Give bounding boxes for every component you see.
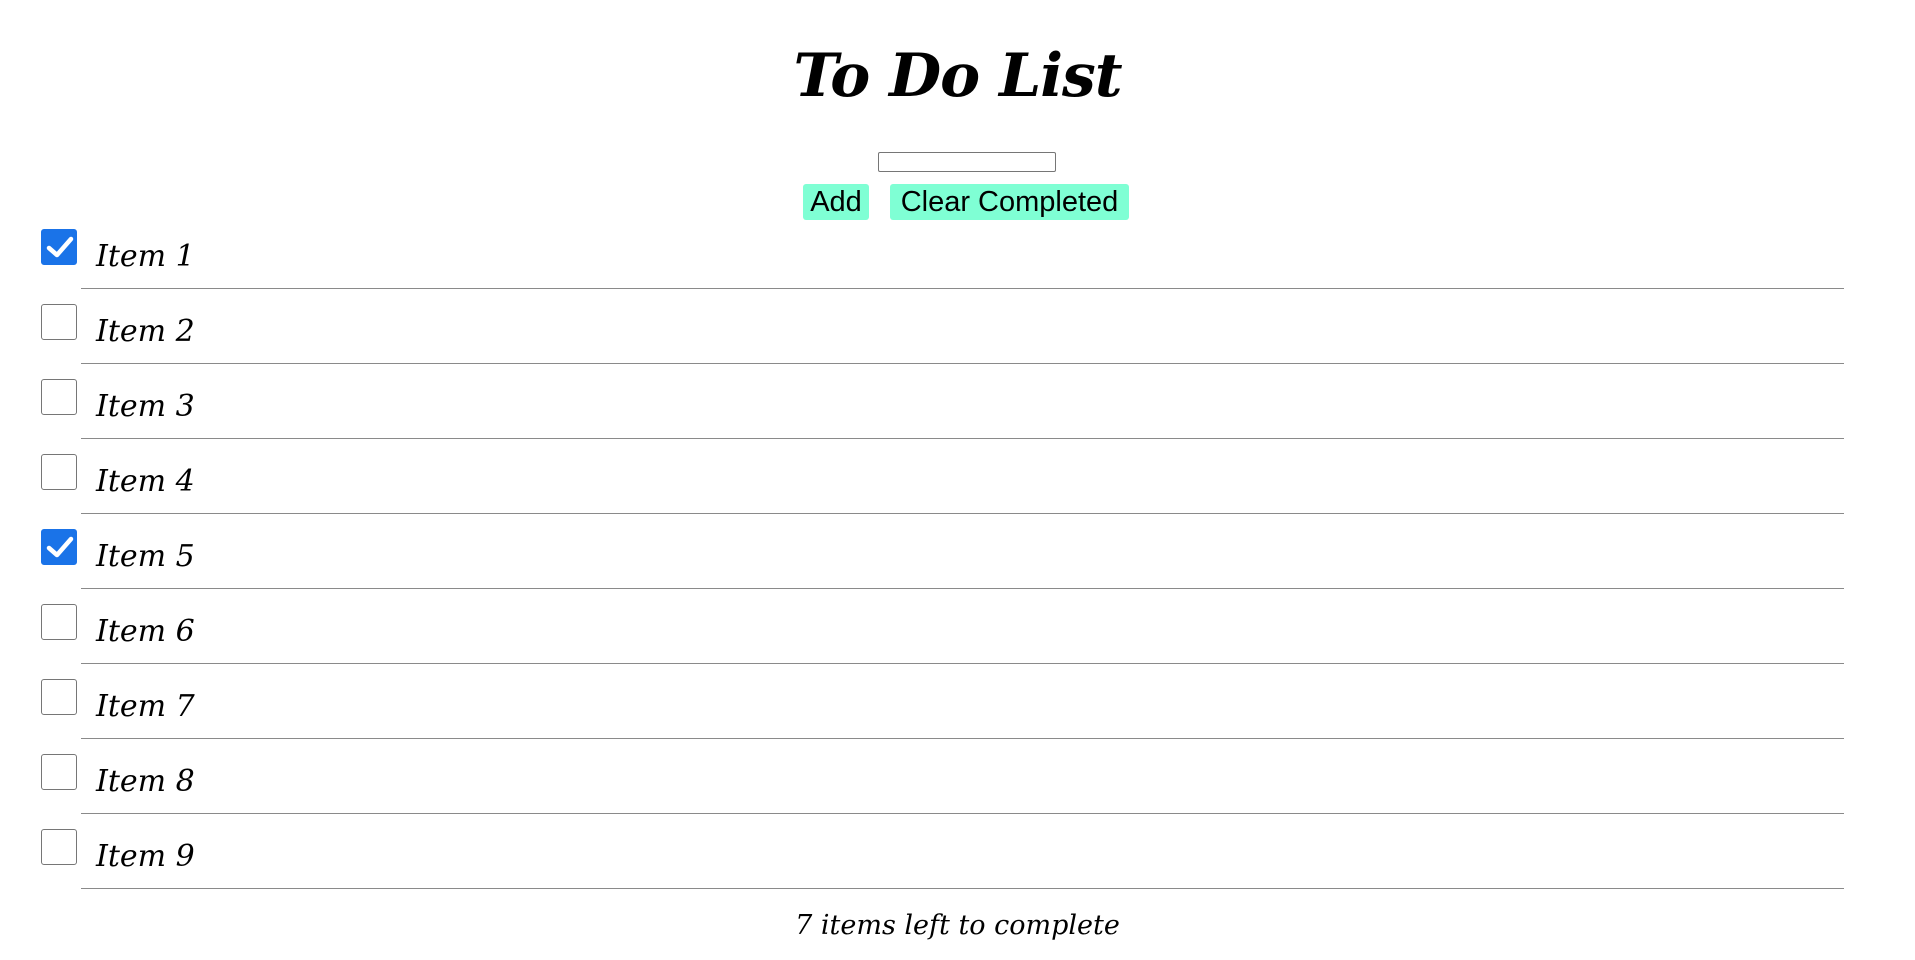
todo-label: Item 9: [96, 839, 195, 874]
new-item-input[interactable]: [878, 152, 1056, 172]
todo-checkbox[interactable]: [41, 829, 77, 865]
divider: [81, 888, 1844, 889]
todo-item: Item 5: [0, 519, 1915, 594]
todo-checkbox[interactable]: [41, 754, 77, 790]
todo-checkbox[interactable]: [41, 304, 77, 340]
todo-label: Item 4: [96, 464, 195, 499]
divider: [81, 813, 1844, 814]
todo-item: Item 3: [0, 369, 1915, 444]
divider: [81, 438, 1844, 439]
todo-label: Item 2: [96, 314, 195, 349]
todo-list: Item 1 Item 2 Item 3 Item 4 Item 5 Item: [0, 219, 1915, 894]
todo-item: Item 1: [0, 219, 1915, 294]
todo-checkbox[interactable]: [41, 454, 77, 490]
divider: [81, 663, 1844, 664]
todo-item: Item 2: [0, 294, 1915, 369]
todo-checkbox[interactable]: [41, 379, 77, 415]
todo-label: Item 8: [96, 764, 195, 799]
todo-checkbox[interactable]: [41, 229, 77, 265]
checkmark-icon: [46, 236, 74, 258]
divider: [81, 288, 1844, 289]
todo-checkbox[interactable]: [41, 529, 77, 565]
divider: [81, 363, 1844, 364]
todo-item: Item 4: [0, 444, 1915, 519]
todo-checkbox[interactable]: [41, 679, 77, 715]
todo-item: Item 7: [0, 669, 1915, 744]
todo-label: Item 6: [96, 614, 195, 649]
checkmark-icon: [46, 536, 74, 558]
add-button[interactable]: Add: [803, 184, 869, 220]
divider: [81, 738, 1844, 739]
todo-label: Item 3: [96, 389, 195, 424]
remaining-count: 7 items left to complete: [795, 910, 1120, 941]
page-title: To Do List: [793, 41, 1122, 111]
todo-label: Item 1: [96, 239, 195, 274]
todo-item: Item 6: [0, 594, 1915, 669]
todo-item: Item 8: [0, 744, 1915, 819]
todo-checkbox[interactable]: [41, 604, 77, 640]
divider: [81, 588, 1844, 589]
clear-completed-button[interactable]: Clear Completed: [890, 184, 1129, 220]
todo-label: Item 7: [96, 689, 195, 724]
todo-label: Item 5: [96, 539, 195, 574]
todo-item: Item 9: [0, 819, 1915, 894]
divider: [81, 513, 1844, 514]
